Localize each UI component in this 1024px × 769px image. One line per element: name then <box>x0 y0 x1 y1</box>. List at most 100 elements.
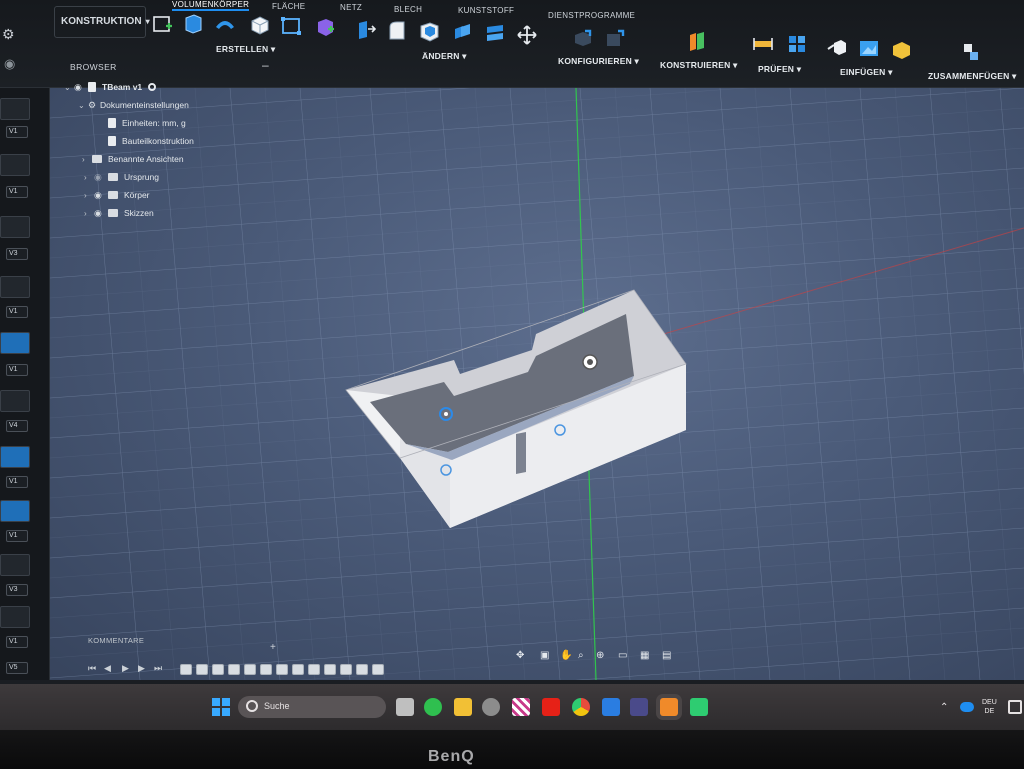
tab-blech[interactable]: BLECH <box>394 5 422 14</box>
group-konstruieren[interactable]: KONSTRUIEREN ▾ <box>660 60 737 71</box>
group-pruefen[interactable]: PRÜFEN ▾ <box>758 64 801 75</box>
version-badge[interactable]: V1 <box>6 476 28 488</box>
display-settings-icon[interactable]: ▭ <box>618 650 630 662</box>
group-erstellen[interactable]: ERSTELLEN ▾ <box>216 44 275 55</box>
measure-icon[interactable] <box>752 32 774 54</box>
chevron-right-icon[interactable]: › <box>82 155 92 164</box>
construct-plane-icon[interactable] <box>686 30 708 52</box>
group-einfuegen[interactable]: EINFÜGEN ▾ <box>840 67 893 78</box>
eye-icon[interactable]: ◉ <box>94 208 108 219</box>
configure-table-icon[interactable] <box>604 28 626 50</box>
tab-flaeche[interactable]: FLÄCHE <box>272 2 305 11</box>
chevron-down-icon[interactable]: ⌄ <box>78 101 88 110</box>
group-aendern[interactable]: ÄNDERN ▾ <box>422 51 467 62</box>
insert-derive-icon[interactable] <box>826 35 848 57</box>
step-back-icon[interactable]: ◀ <box>104 663 111 674</box>
design-thumbnail[interactable] <box>0 216 30 238</box>
timeline-feature[interactable] <box>308 664 320 675</box>
tab-kunststoff[interactable]: KUNSTSTOFF <box>458 6 514 15</box>
design-thumbnail[interactable] <box>0 500 30 522</box>
tree-units[interactable]: Einheiten: mm, g <box>108 118 186 132</box>
timeline-feature[interactable] <box>180 664 192 675</box>
revolve-icon[interactable] <box>214 13 236 35</box>
timeline-feature[interactable] <box>228 664 240 675</box>
design-thumbnail[interactable] <box>0 390 30 412</box>
tab-netz[interactable]: NETZ <box>340 3 362 12</box>
design-thumbnail[interactable] <box>0 98 30 120</box>
data-panel-icon[interactable]: ◉ <box>4 56 18 71</box>
version-badge[interactable]: V1 <box>6 364 28 376</box>
tree-bodies[interactable]: › ◉ Körper <box>84 190 150 204</box>
sketch-rectangle-icon[interactable] <box>280 15 302 37</box>
parameters-icon[interactable] <box>572 27 594 49</box>
tree-part-design[interactable]: Bauteilkonstruktion <box>108 136 194 150</box>
tree-document-settings[interactable]: ⌄ ⚙ Dokumenteinstellungen <box>78 100 189 114</box>
chevron-right-icon[interactable]: › <box>84 191 94 200</box>
fusion-360-icon[interactable] <box>660 698 678 716</box>
active-indicator-icon[interactable] <box>148 83 157 91</box>
look-at-icon[interactable]: ▣ <box>540 650 552 662</box>
timeline-feature[interactable] <box>212 664 224 675</box>
shell-icon[interactable] <box>418 20 440 42</box>
insert-mcmaster-icon[interactable] <box>890 38 912 60</box>
design-thumbnail[interactable] <box>0 446 30 468</box>
design-thumbnail[interactable] <box>0 332 30 354</box>
collapse-icon[interactable]: – <box>262 58 269 72</box>
zoom-icon[interactable]: ⌕ <box>578 650 590 662</box>
group-konfigurieren[interactable]: KONFIGURIEREN ▾ <box>558 56 639 67</box>
tree-root[interactable]: ⌄ ◉ TBeam v1 <box>64 82 157 96</box>
create-sketch-icon[interactable] <box>152 14 174 36</box>
eye-hidden-icon[interactable]: ◉ <box>94 172 108 183</box>
tab-dienstprogramme[interactable]: DIENSTPROGRAMME <box>548 11 635 20</box>
timeline-marker[interactable] <box>372 664 384 675</box>
orbit-icon[interactable]: ✥ <box>516 650 528 662</box>
version-badge[interactable]: V1 <box>6 186 28 198</box>
tree-origin[interactable]: › ◉ Ursprung <box>84 172 159 186</box>
version-badge[interactable]: V1 <box>6 306 28 318</box>
language-indicator[interactable]: DEU DE <box>982 698 997 716</box>
app-green-icon[interactable] <box>690 698 708 716</box>
chevron-up-icon[interactable]: ⌃ <box>940 702 948 713</box>
mail-icon[interactable] <box>602 698 620 716</box>
game-icon[interactable] <box>512 698 530 716</box>
app-icon[interactable] <box>630 698 648 716</box>
chevron-down-icon[interactable]: ⌄ <box>64 83 74 92</box>
version-badge[interactable]: V4 <box>6 420 28 432</box>
tbeam-body[interactable] <box>345 289 687 528</box>
design-thumbnail[interactable] <box>0 276 30 298</box>
tab-volumenkoerper[interactable]: VOLUMENKÖRPER <box>172 0 250 11</box>
design-thumbnail[interactable] <box>0 154 30 176</box>
eye-icon[interactable]: ◉ <box>74 82 88 93</box>
timeline-feature[interactable] <box>292 664 304 675</box>
extrude-icon[interactable] <box>182 12 204 34</box>
split-body-icon[interactable] <box>484 22 506 44</box>
form-icon[interactable] <box>314 16 336 38</box>
chrome-icon[interactable] <box>572 698 590 716</box>
version-badge[interactable]: V5 <box>6 662 28 674</box>
go-to-start-icon[interactable]: ⏮ <box>88 663 96 674</box>
press-pull-icon[interactable] <box>354 18 377 40</box>
chevron-right-icon[interactable]: › <box>84 209 94 218</box>
step-forward-icon[interactable]: ▶ <box>138 663 145 674</box>
workspace-switcher[interactable]: KONSTRUKTION ▾ <box>54 6 150 38</box>
box-icon[interactable] <box>248 14 270 36</box>
go-to-end-icon[interactable]: ⏭ <box>154 663 162 674</box>
group-zusammenfuegen[interactable]: ZUSAMMENFÜGEN ▾ <box>928 71 1017 82</box>
windows-start-icon[interactable] <box>212 698 230 716</box>
task-view-icon[interactable] <box>396 698 414 716</box>
viewports-icon[interactable]: ▤ <box>662 650 674 662</box>
timeline-feature[interactable] <box>196 664 208 675</box>
version-badge[interactable]: V3 <box>6 584 28 596</box>
joint-icon[interactable] <box>960 41 982 63</box>
version-badge[interactable]: V1 <box>6 636 28 648</box>
file-explorer-icon[interactable] <box>454 698 472 716</box>
move-icon[interactable] <box>516 24 538 46</box>
design-thumbnail[interactable] <box>0 554 30 576</box>
design-thumbnail[interactable] <box>0 606 30 628</box>
settings-icon[interactable]: ⚙ <box>2 26 18 42</box>
steam-icon[interactable] <box>482 698 500 716</box>
network-icon[interactable] <box>1008 700 1022 714</box>
taskbar-search-input[interactable]: Suche <box>238 696 386 718</box>
version-badge[interactable]: V1 <box>6 530 28 542</box>
version-badge[interactable]: V3 <box>6 248 28 260</box>
